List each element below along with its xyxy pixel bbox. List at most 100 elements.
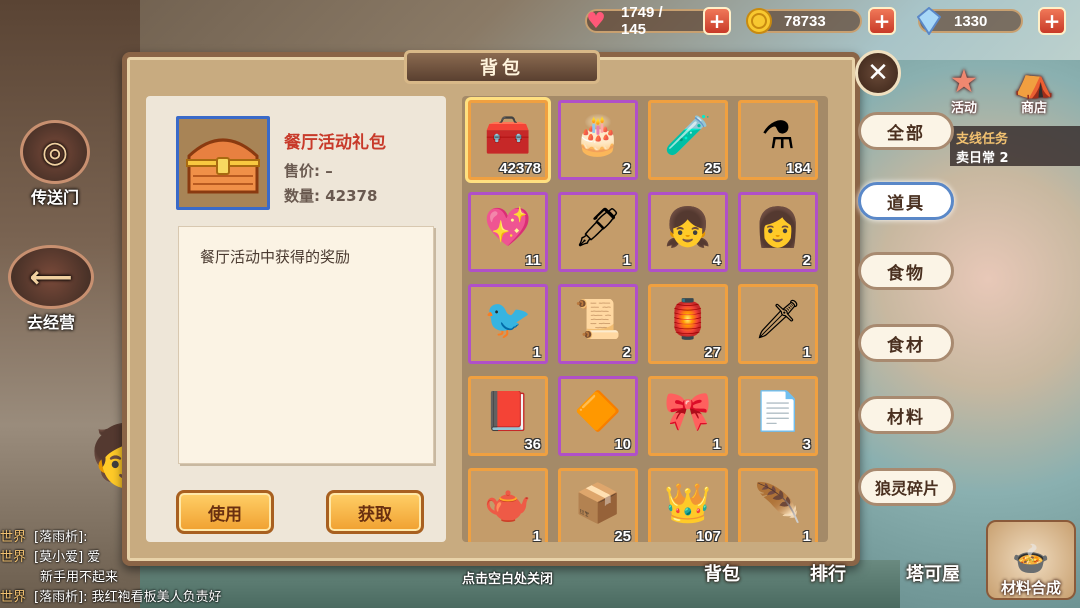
star-icon: ★ [949,62,979,100]
inventory-slot[interactable]: 🏮 27 [648,284,728,364]
inventory-slot[interactable]: 🧰 42378 [468,100,548,180]
item-count: 25 [614,528,631,542]
shop-label: 商店 [1020,101,1047,116]
inventory-slot[interactable]: 🫖 1 [468,468,548,542]
item-count: 1 [802,344,811,361]
inventory-grid-area[interactable]: 🧰 42378 🎂 2 🧪 25 ⚗ 184 💖 11 🖋 1 👧 4 👩 2 🐦 1 📜 2 🏮 27 🗡 1 📕 36 🔶 10 🎀… [462,96,828,542]
goto-business-button[interactable]: ⟵ 去经营 [8,245,94,333]
item-count: 2 [802,252,811,269]
synthesis-label: 材料合成 [1000,579,1061,597]
chat-line: 世界 [落雨析]: 我红袍看板美人负责好 [0,590,222,605]
get-button[interactable]: 获取 [326,490,424,534]
cake-chest-icon: 🎂 [574,113,622,157]
inventory-slot[interactable]: 📕 36 [468,376,548,456]
add-gold-button[interactable]: + [868,7,896,35]
heart-badge-icon: 💖 [484,205,532,249]
scroll-icon: 📜 [574,297,622,341]
ornament-icon: 🔶 [574,389,622,433]
inventory-slot[interactable]: 👑 107 [648,468,728,542]
feather-icon: 🪶 [754,481,802,525]
inventory-slot[interactable]: 🎂 2 [558,100,638,180]
gem-resource: 1330 + [917,6,1066,36]
parchment-icon: 📄 [754,389,802,433]
item-count: 4 [712,252,721,269]
potion-icon: ⚗ [760,113,796,157]
heart-icon: ♥ [586,8,606,34]
item-count: 107 [695,528,721,542]
add-gem-button[interactable]: + [1038,7,1066,35]
inventory-slot[interactable]: 👩 2 [738,192,818,272]
quest-title: 支线任务 [956,132,1009,147]
crown-ornament-icon: 🎀 [664,389,712,433]
item-name: 餐厅活动礼包 [284,133,386,153]
nav-tower[interactable]: 塔可屋 [906,560,960,586]
inventory-slot[interactable]: 📦 25 [558,468,638,542]
item-count: 1 [532,528,541,542]
treasure-chest-icon: 🧰 [484,113,532,157]
tab-materials[interactable]: 材料 [858,396,954,434]
book-icon: 📕 [484,389,532,433]
use-button[interactable]: 使用 [176,490,274,534]
panel-title: 背包 [404,50,600,84]
inventory-slot[interactable]: 📜 2 [558,284,638,364]
shop-button[interactable]: ⛺ 商店 [1004,60,1064,116]
item-count: 184 [785,160,811,177]
nav-bag[interactable]: 背包 [704,560,740,586]
add-hp-button[interactable]: + [703,7,731,35]
gold-resource: 78733 + [746,6,896,36]
inventory-slot[interactable]: ⚗ 184 [738,100,818,180]
activity-button[interactable]: ★ 活动 [934,60,994,116]
hp-resource: 1749 / 145 ♥ + [585,4,731,38]
portal-label: 传送门 [30,188,79,207]
side-quest-panel[interactable]: 支线任务 卖日常 2 [950,126,1080,166]
close-button[interactable]: ✕ [855,50,901,96]
inventory-slot[interactable]: 💖 11 [468,192,548,272]
tiara-icon: 👑 [664,481,712,525]
nav-ranking[interactable]: 排行 [810,560,846,586]
item-count: 11 [525,252,541,269]
tab-items[interactable]: 道具 [858,182,954,220]
inventory-slot[interactable]: 🖋 1 [558,192,638,272]
synthesis-button[interactable]: 🍲 材料合成 [986,520,1076,600]
close-hint: 点击空白处关闭 [462,572,554,587]
item-count: 36 [524,436,541,453]
sword-icon: 🗡 [753,297,803,341]
item-count: 1 [712,436,721,453]
item-count: 3 [802,436,811,453]
inventory-slot[interactable]: 🔶 10 [558,376,638,456]
inventory-slot[interactable]: 🧪 25 [648,100,728,180]
quest-subtitle: 卖日常 2 [956,151,1009,166]
portal-icon: ◎ [20,120,90,184]
item-count: 42378 [499,160,541,177]
inventory-slot[interactable]: 🐦 1 [468,284,548,364]
item-count: 1 [532,344,541,361]
inventory-slot[interactable]: 🗡 1 [738,284,818,364]
tab-food[interactable]: 食物 [858,252,954,290]
shop-awning-icon: ⛺ [1014,62,1054,100]
item-count: 10 [614,436,631,453]
goto-business-label: 去经营 [26,313,75,332]
tab-all[interactable]: 全部 [858,112,954,150]
character-head-icon: 👧 [664,205,712,249]
potion-icon: 🧪 [664,113,712,157]
tab-wolf-shards[interactable]: 狼灵碎片 [858,468,956,506]
tab-ingredients[interactable]: 食材 [858,324,954,362]
inventory-slot[interactable]: 🪶 1 [738,468,818,542]
item-count: 27 [704,344,721,361]
item-count: 1 [802,528,811,542]
item-count: 1 [622,252,631,269]
lantern-icon: 🏮 [664,297,712,341]
teapot-icon: 🫖 [484,481,532,525]
fountain-pen-icon: 🖋 [573,205,623,249]
portal-button[interactable]: ◎ 传送门 [20,120,90,208]
treasure-chest-icon [176,116,270,210]
coin-icon [744,7,774,35]
item-count: 2 [622,344,631,361]
magpie-icon: 🐦 [484,297,532,341]
item-description: 餐厅活动中获得的奖励 [200,248,351,266]
item-price: 售价: – [284,162,333,180]
inventory-slot[interactable]: 👧 4 [648,192,728,272]
crystal-icon [914,7,944,35]
inventory-slot[interactable]: 🎀 1 [648,376,728,456]
inventory-slot[interactable]: 📄 3 [738,376,818,456]
